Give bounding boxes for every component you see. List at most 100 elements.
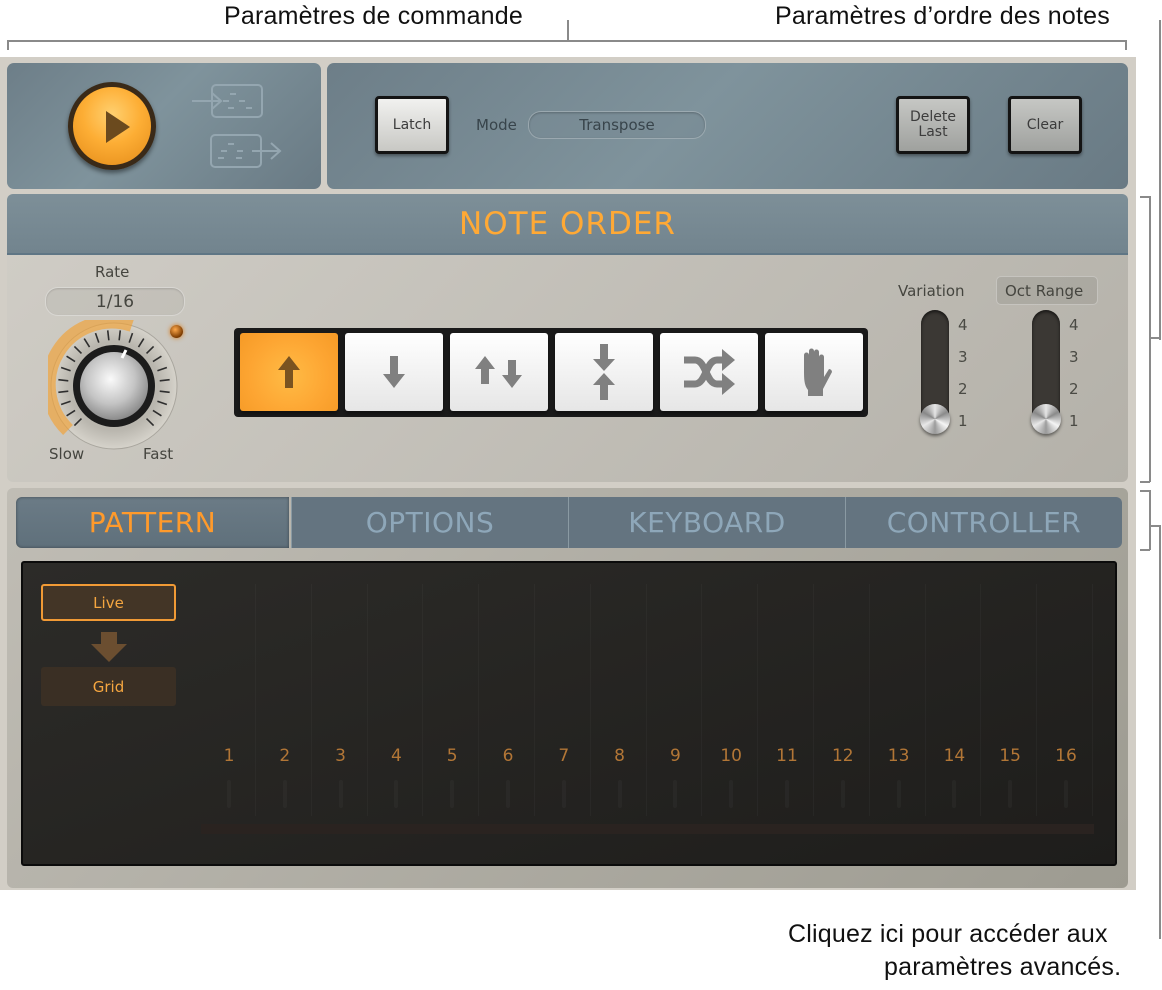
knob-tick xyxy=(159,378,170,382)
bracket-tabs-vertical xyxy=(1149,490,1151,550)
callout-advanced-line1: Cliquez ici pour accéder aux xyxy=(788,920,1108,948)
step-number: 1 xyxy=(223,746,235,766)
step-velocity-indicator xyxy=(618,780,622,808)
latch-button[interactable]: Latch xyxy=(375,96,449,154)
clear-label: Clear xyxy=(1026,116,1064,133)
step-number: 14 xyxy=(943,746,966,766)
bracket-top-left-tick xyxy=(7,40,9,50)
step-velocity-indicator xyxy=(729,780,733,808)
variation-tick-label: 3 xyxy=(958,348,968,366)
oct-range-slider-thumb[interactable] xyxy=(1031,404,1061,434)
live-button[interactable]: Live xyxy=(41,584,176,621)
step-number: 10 xyxy=(720,746,742,766)
tab-keyboard[interactable]: KEYBOARD xyxy=(568,497,845,548)
step-velocity-indicator xyxy=(450,780,454,808)
step-number: 12 xyxy=(831,746,854,766)
arrow-up-down-icon xyxy=(475,356,522,388)
arrows-converge-icon xyxy=(593,344,615,400)
note-order-down-button[interactable] xyxy=(345,333,443,411)
knob-tick xyxy=(58,378,69,382)
rate-value-field[interactable]: 1/16 xyxy=(45,287,185,316)
oct-range-tick-label: 4 xyxy=(1069,316,1079,334)
oct-range-tick-label: 2 xyxy=(1069,380,1079,398)
shuffle-icon xyxy=(684,349,735,395)
note-order-random-button[interactable] xyxy=(660,333,758,411)
mode-label: Mode xyxy=(476,116,517,134)
step-number: 3 xyxy=(335,746,346,766)
knob-tick xyxy=(159,390,170,394)
variation-tick-label: 4 xyxy=(958,316,968,334)
step-number: 6 xyxy=(502,746,514,766)
oct-range-label: Oct Range xyxy=(1005,282,1084,300)
rate-fast-label: Fast xyxy=(143,445,174,463)
tab-pattern[interactable]: PATTERN xyxy=(16,497,289,548)
tab-controller[interactable]: CONTROLLER xyxy=(845,497,1122,548)
variation-slider-thumb[interactable] xyxy=(920,404,950,434)
play-button[interactable] xyxy=(68,82,156,170)
step-velocity-indicator xyxy=(283,780,287,808)
note-order-as-played-button[interactable] xyxy=(765,333,863,411)
delete-last-label-line1: Delete xyxy=(910,109,956,125)
step-number: 13 xyxy=(887,746,910,766)
step-number: 9 xyxy=(669,746,681,766)
leader-advanced xyxy=(1159,525,1161,939)
step-velocity-indicator xyxy=(785,780,789,808)
bracket-note-order-vertical xyxy=(1149,196,1151,482)
callout-note-order-params: Paramètres d’ordre des notes xyxy=(775,2,1110,30)
variation-slider[interactable] xyxy=(920,310,950,434)
grid-button[interactable]: Grid xyxy=(41,667,176,706)
step-velocity-indicator xyxy=(1008,780,1012,808)
arrow-down-icon xyxy=(383,356,405,388)
knob-tick xyxy=(118,330,122,341)
step-number: 2 xyxy=(279,746,291,766)
leader-control-params xyxy=(567,20,569,41)
step-number: 11 xyxy=(776,746,798,766)
mode-select[interactable]: Transpose xyxy=(528,111,706,139)
oct-range-slider[interactable] xyxy=(1031,310,1061,434)
note-order-converge-button[interactable] xyxy=(555,333,653,411)
latch-label: Latch xyxy=(392,116,432,133)
capture-live-in-icon[interactable] xyxy=(190,82,266,122)
knob-tick xyxy=(106,330,110,341)
step-number: 8 xyxy=(614,746,625,766)
step-number: 7 xyxy=(558,746,570,766)
note-order-title: NOTE ORDER xyxy=(459,205,676,242)
step-number: 5 xyxy=(446,746,458,766)
step-velocity-indicator xyxy=(394,780,398,808)
rate-label: Rate xyxy=(95,263,130,281)
hand-icon xyxy=(804,348,832,396)
rate-slow-label: Slow xyxy=(49,445,85,463)
step-number: 4 xyxy=(390,746,402,766)
bracket-note-order-bottom xyxy=(1140,481,1150,483)
step-velocity-indicator xyxy=(506,780,510,808)
note-order-up-button[interactable] xyxy=(240,333,338,411)
delete-last-label-line2: Last xyxy=(918,124,948,140)
step-velocity-indicator xyxy=(841,780,845,808)
pattern-scrollbar[interactable] xyxy=(201,824,1094,834)
step-velocity-indicator xyxy=(673,780,677,808)
step-number: 15 xyxy=(999,746,1021,766)
knob-tick xyxy=(58,390,69,394)
oct-range-tick-label: 3 xyxy=(1069,348,1079,366)
live-label: Live xyxy=(93,593,124,612)
note-order-header: NOTE ORDER xyxy=(7,194,1128,255)
note-order-up-down-button[interactable] xyxy=(450,333,548,411)
capture-export-icon[interactable] xyxy=(208,132,284,172)
clear-button[interactable]: Clear xyxy=(1008,96,1082,154)
rate-knob[interactable] xyxy=(48,320,180,452)
step-velocity-indicator xyxy=(562,780,566,808)
bracket-note-order-stub xyxy=(1150,337,1160,339)
arrow-down-icon xyxy=(91,632,127,662)
arrow-up-icon xyxy=(278,356,300,388)
step-velocity-indicator xyxy=(227,780,231,808)
step-velocity-indicator xyxy=(897,780,901,808)
step-velocity-indicator xyxy=(339,780,343,808)
variation-label: Variation xyxy=(898,282,965,300)
variation-tick-label: 2 xyxy=(958,380,968,398)
callout-advanced-line2: paramètres avancés. xyxy=(884,953,1122,981)
variation-tick-label: 1 xyxy=(958,412,968,430)
delete-last-button[interactable]: Delete Last xyxy=(896,96,970,154)
tab-options[interactable]: OPTIONS xyxy=(291,497,568,548)
mode-value: Transpose xyxy=(579,116,655,134)
rate-value: 1/16 xyxy=(95,291,135,312)
